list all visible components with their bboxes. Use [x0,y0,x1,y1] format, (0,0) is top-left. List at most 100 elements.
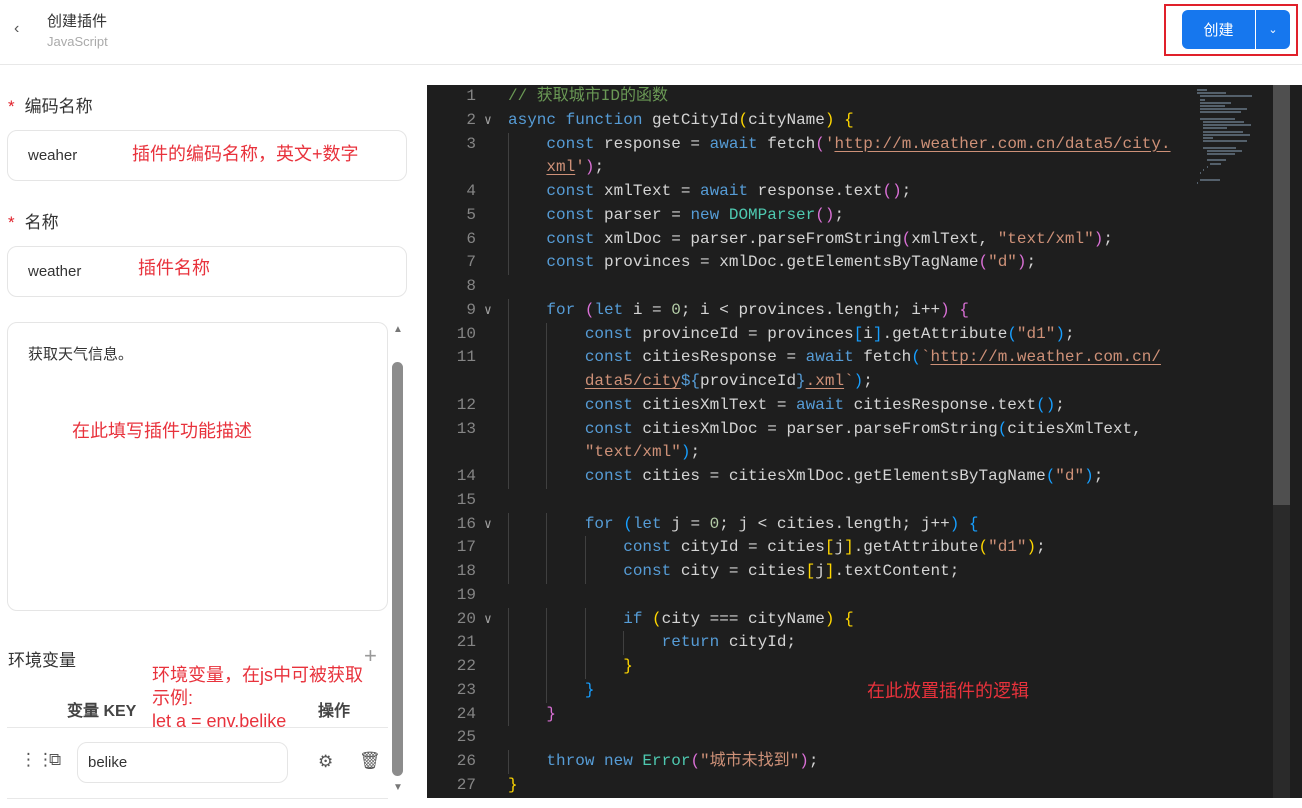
code-token: const [546,253,605,272]
code-token: .getAttribute [853,538,979,557]
code-token: let [594,300,633,319]
code-token: "d1" [988,538,1027,557]
chevron-left-icon[interactable]: ‹ [14,20,19,38]
minimap[interactable] [1197,85,1272,195]
code-line[interactable]: 25 [427,726,1202,750]
code-token: cityId; [728,633,797,652]
code-line[interactable]: 26 throw new Error("城市未找到"); [427,750,1202,774]
code-line[interactable]: 17 const cityId = cities[j].getAttribute… [427,536,1202,560]
create-dropdown-button[interactable]: ⌄ [1256,10,1290,49]
minimap-line [1200,111,1241,114]
code-line[interactable]: 27} [427,774,1202,798]
code-token: ; [901,182,912,200]
code-token: // 获取城市ID的函数 [508,87,669,105]
code-line[interactable]: 16 ∨ for (let j = 0; j < cities.length; j… [427,512,1202,537]
code-line[interactable]: xml'); [427,156,1202,180]
code-token: citiesXmlText = [642,395,797,414]
env-key-input[interactable]: belike [77,742,288,783]
code-token: http://m.weather.com.cn/ [930,348,1161,367]
line-number: 25 [456,728,476,747]
scroll-down-icon[interactable]: ▼ [391,782,405,793]
scrollbar-thumb[interactable] [392,362,403,776]
divider [7,727,388,728]
code-line[interactable]: 2 ∨ async function getCityId(cityName) { [427,109,1202,133]
code-token: .getAttribute [882,324,1008,343]
code-text: } [508,703,556,727]
code-token: ) [1093,229,1104,248]
annotation-description: 在此填写插件功能描述 [72,421,252,441]
code-line[interactable]: 24 } [427,702,1202,727]
code-text: throw new Error("城市未找到"); [508,750,818,774]
copy-icon[interactable]: ⧉ [49,750,61,770]
create-button[interactable]: 创建 [1182,10,1255,49]
code-line[interactable]: 12 const citiesXmlText = await citiesRes… [427,393,1202,418]
code-line[interactable]: 11 const citiesResponse = await fetch(`h… [427,346,1202,370]
scrollbar-thumb[interactable] [1273,85,1290,505]
code-token: xmlText, [911,229,998,248]
code-token: ] [844,538,854,557]
code-line[interactable]: 4 const xmlText = await response.text(); [427,180,1202,204]
code-line[interactable]: 18 const city = cities[j].textContent; [427,560,1202,584]
code-token: ( [901,229,912,248]
code-line[interactable]: 7 const provinces = xmlDoc.getElementsBy… [427,251,1202,275]
code-line[interactable]: 1 // 获取城市ID的函数 [427,85,1202,109]
minimap-line [1203,140,1247,143]
code-line[interactable]: 19 [427,584,1202,608]
code-token: { [968,514,979,533]
code-token: const [584,467,643,485]
code-line[interactable]: 23 } [427,678,1202,703]
code-token: ( [738,110,749,129]
fold-chevron-icon[interactable]: ∨ [484,109,492,133]
minimap-line [1200,178,1221,181]
code-line[interactable]: 22 } [427,655,1202,679]
code-token: provinceId = provinces [642,324,854,343]
code-name-label: * 编码名称 [8,92,93,117]
code-text: data5/city${provinceId}.xml`); [508,370,873,394]
code-line[interactable]: 6 const xmlDoc = parser.parseFromString(… [427,227,1202,252]
minimap-line [1206,165,1208,168]
code-line[interactable]: 13 const citiesXmlDoc = parser.parseFrom… [427,417,1202,442]
code-line[interactable]: 8 [427,275,1202,299]
gear-icon[interactable]: ⚙ [318,752,333,772]
minimap-line [1206,159,1226,162]
editor-scrollbar[interactable] [1273,85,1290,798]
fold-chevron-icon[interactable]: ∨ [484,608,492,632]
column-header-action: 操作 [318,703,351,720]
code-token: } [584,680,595,699]
code-line[interactable]: 3 const response = await fetch('http://m… [427,132,1202,157]
minimap-line [1203,146,1237,149]
code-line[interactable]: data5/city${provinceId}.xml`); [427,370,1202,394]
left-scrollbar[interactable]: ▲ ▼ [391,322,405,796]
code-line[interactable]: 9 ∨ for (let i = 0; i < provinces.length;… [427,298,1202,323]
annotation-line: 环境变量，在js中可被获取 [152,665,363,685]
code-token: ; i < provinces.length; i++ [680,300,941,319]
code-token: j = [671,514,710,533]
code-token: ; [808,752,819,770]
scroll-up-icon[interactable]: ▲ [391,324,405,335]
plus-icon[interactable]: + [364,643,377,669]
line-number: 16 [456,514,476,533]
code-line[interactable]: 15 [427,489,1202,513]
code-line[interactable]: 14 const cities = citiesXmlDoc.getElemen… [427,465,1202,489]
code-line[interactable]: "text/xml"); [427,441,1202,465]
code-token: { [959,300,969,319]
code-line[interactable]: 5 const parser = new DOMParser(); [427,203,1202,228]
code-token: { [844,110,854,129]
description-textarea[interactable]: 获取天气信息。 [7,322,388,611]
trash-icon[interactable]: 🗑 [359,751,381,771]
line-number: 15 [456,490,476,509]
fold-chevron-icon[interactable]: ∨ [484,513,492,537]
code-line[interactable]: 20 ∨ if (city === cityName) { [427,607,1202,632]
code-token: ( [623,514,633,533]
line-number: 26 [456,752,476,770]
code-line[interactable]: 21 return cityId; [427,631,1202,655]
code-line[interactable]: 10 const provinceId = provinces[i].getAt… [427,322,1202,347]
code-editor[interactable]: 1// 获取城市ID的函数 2 ∨ async function getCityId(… [427,85,1302,798]
fold-chevron-icon[interactable]: ∨ [484,299,492,323]
